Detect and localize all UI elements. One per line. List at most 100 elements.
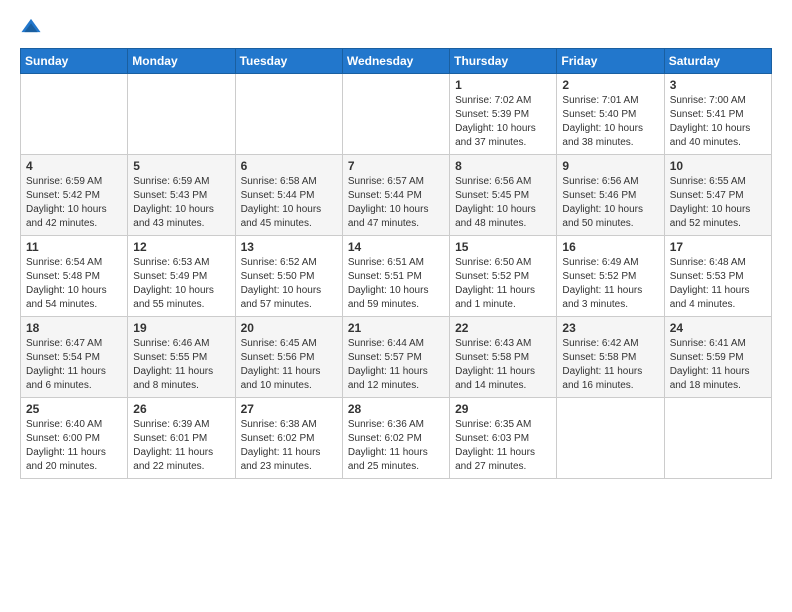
day-number: 14 xyxy=(348,240,444,254)
day-number: 1 xyxy=(455,78,551,92)
calendar-cell: 15 Sunrise: 6:50 AM Sunset: 5:52 PM Dayli… xyxy=(450,236,557,317)
day-number: 2 xyxy=(562,78,658,92)
day-number: 12 xyxy=(133,240,229,254)
day-info: Sunrise: 7:02 AM Sunset: 5:39 PM Dayligh… xyxy=(455,94,551,150)
calendar-cell: 16 Sunrise: 6:49 AM Sunset: 5:52 PM Dayli… xyxy=(557,236,664,317)
calendar-cell: 9 Sunrise: 6:56 AM Sunset: 5:46 PM Daylig… xyxy=(557,155,664,236)
calendar-cell xyxy=(664,398,771,479)
day-number: 17 xyxy=(670,240,766,254)
calendar-week-row: 4 Sunrise: 6:59 AM Sunset: 5:42 PM Daylig… xyxy=(21,155,772,236)
calendar-cell: 21 Sunrise: 6:44 AM Sunset: 5:57 PM Dayli… xyxy=(342,317,449,398)
day-info: Sunrise: 6:53 AM Sunset: 5:49 PM Dayligh… xyxy=(133,256,229,312)
calendar-cell: 5 Sunrise: 6:59 AM Sunset: 5:43 PM Daylig… xyxy=(128,155,235,236)
day-info: Sunrise: 6:35 AM Sunset: 6:03 PM Dayligh… xyxy=(455,418,551,474)
calendar-cell: 28 Sunrise: 6:36 AM Sunset: 6:02 PM Dayli… xyxy=(342,398,449,479)
day-info: Sunrise: 6:46 AM Sunset: 5:55 PM Dayligh… xyxy=(133,337,229,393)
calendar-cell xyxy=(235,74,342,155)
day-info: Sunrise: 6:44 AM Sunset: 5:57 PM Dayligh… xyxy=(348,337,444,393)
day-info: Sunrise: 6:45 AM Sunset: 5:56 PM Dayligh… xyxy=(241,337,337,393)
day-info: Sunrise: 6:36 AM Sunset: 6:02 PM Dayligh… xyxy=(348,418,444,474)
calendar-cell: 11Sunrise: 6:54 AM Sunset: 5:48 PM Dayli… xyxy=(21,236,128,317)
calendar-cell: 25 Sunrise: 6:40 AM Sunset: 6:00 PM Dayli… xyxy=(21,398,128,479)
day-number: 21 xyxy=(348,321,444,335)
calendar-cell: 8 Sunrise: 6:56 AM Sunset: 5:45 PM Daylig… xyxy=(450,155,557,236)
calendar-week-row: 11Sunrise: 6:54 AM Sunset: 5:48 PM Dayli… xyxy=(21,236,772,317)
day-info: Sunrise: 6:39 AM Sunset: 6:01 PM Dayligh… xyxy=(133,418,229,474)
calendar-cell: 20 Sunrise: 6:45 AM Sunset: 5:56 PM Dayli… xyxy=(235,317,342,398)
day-info: Sunrise: 6:59 AM Sunset: 5:43 PM Dayligh… xyxy=(133,175,229,231)
day-number: 10 xyxy=(670,159,766,173)
day-info: Sunrise: 6:50 AM Sunset: 5:52 PM Dayligh… xyxy=(455,256,551,312)
calendar-cell: 7 Sunrise: 6:57 AM Sunset: 5:44 PM Daylig… xyxy=(342,155,449,236)
day-number: 28 xyxy=(348,402,444,416)
calendar-cell xyxy=(342,74,449,155)
calendar-week-row: 25 Sunrise: 6:40 AM Sunset: 6:00 PM Dayli… xyxy=(21,398,772,479)
weekday-header-cell: Tuesday xyxy=(235,49,342,74)
day-info: Sunrise: 6:54 AM Sunset: 5:48 PM Dayligh… xyxy=(26,256,122,312)
calendar-cell: 18Sunrise: 6:47 AM Sunset: 5:54 PM Dayli… xyxy=(21,317,128,398)
day-info: Sunrise: 6:49 AM Sunset: 5:52 PM Dayligh… xyxy=(562,256,658,312)
calendar-cell xyxy=(557,398,664,479)
weekday-header-cell: Wednesday xyxy=(342,49,449,74)
weekday-header-cell: Thursday xyxy=(450,49,557,74)
day-info: Sunrise: 6:48 AM Sunset: 5:53 PM Dayligh… xyxy=(670,256,766,312)
day-number: 4 xyxy=(26,159,122,173)
day-info: Sunrise: 7:00 AM Sunset: 5:41 PM Dayligh… xyxy=(670,94,766,150)
day-info: Sunrise: 6:59 AM Sunset: 5:42 PM Dayligh… xyxy=(26,175,122,231)
logo-icon xyxy=(20,16,42,38)
logo xyxy=(20,16,46,38)
day-number: 25 xyxy=(26,402,122,416)
day-number: 8 xyxy=(455,159,551,173)
day-info: Sunrise: 6:58 AM Sunset: 5:44 PM Dayligh… xyxy=(241,175,337,231)
weekday-header-cell: Saturday xyxy=(664,49,771,74)
day-info: Sunrise: 6:56 AM Sunset: 5:45 PM Dayligh… xyxy=(455,175,551,231)
weekday-header-row: SundayMondayTuesdayWednesdayThursdayFrid… xyxy=(21,49,772,74)
day-number: 6 xyxy=(241,159,337,173)
calendar-cell: 2 Sunrise: 7:01 AM Sunset: 5:40 PM Daylig… xyxy=(557,74,664,155)
day-number: 19 xyxy=(133,321,229,335)
day-number: 20 xyxy=(241,321,337,335)
day-number: 9 xyxy=(562,159,658,173)
day-info: Sunrise: 6:43 AM Sunset: 5:58 PM Dayligh… xyxy=(455,337,551,393)
day-info: Sunrise: 6:51 AM Sunset: 5:51 PM Dayligh… xyxy=(348,256,444,312)
weekday-header-cell: Monday xyxy=(128,49,235,74)
calendar-cell: 1 Sunrise: 7:02 AM Sunset: 5:39 PM Daylig… xyxy=(450,74,557,155)
day-number: 16 xyxy=(562,240,658,254)
calendar-cell: 22 Sunrise: 6:43 AM Sunset: 5:58 PM Dayli… xyxy=(450,317,557,398)
day-info: Sunrise: 6:38 AM Sunset: 6:02 PM Dayligh… xyxy=(241,418,337,474)
weekday-header-cell: Sunday xyxy=(21,49,128,74)
day-info: Sunrise: 6:57 AM Sunset: 5:44 PM Dayligh… xyxy=(348,175,444,231)
day-number: 13 xyxy=(241,240,337,254)
calendar-cell: 4 Sunrise: 6:59 AM Sunset: 5:42 PM Daylig… xyxy=(21,155,128,236)
day-info: Sunrise: 6:55 AM Sunset: 5:47 PM Dayligh… xyxy=(670,175,766,231)
calendar-cell: 3Sunrise: 7:00 AM Sunset: 5:41 PM Daylig… xyxy=(664,74,771,155)
day-number: 23 xyxy=(562,321,658,335)
calendar-cell: 17 Sunrise: 6:48 AM Sunset: 5:53 PM Dayli… xyxy=(664,236,771,317)
calendar-cell: 6 Sunrise: 6:58 AM Sunset: 5:44 PM Daylig… xyxy=(235,155,342,236)
calendar-cell: 26Sunrise: 6:39 AM Sunset: 6:01 PM Dayli… xyxy=(128,398,235,479)
calendar-cell: 19 Sunrise: 6:46 AM Sunset: 5:55 PM Dayli… xyxy=(128,317,235,398)
day-info: Sunrise: 7:01 AM Sunset: 5:40 PM Dayligh… xyxy=(562,94,658,150)
calendar-cell xyxy=(21,74,128,155)
day-number: 18 xyxy=(26,321,122,335)
calendar-cell: 24Sunrise: 6:41 AM Sunset: 5:59 PM Dayli… xyxy=(664,317,771,398)
weekday-header-cell: Friday xyxy=(557,49,664,74)
day-number: 29 xyxy=(455,402,551,416)
calendar-cell: 10 Sunrise: 6:55 AM Sunset: 5:47 PM Dayli… xyxy=(664,155,771,236)
calendar-cell: 13Sunrise: 6:52 AM Sunset: 5:50 PM Dayli… xyxy=(235,236,342,317)
day-number: 5 xyxy=(133,159,229,173)
calendar-cell: 14 Sunrise: 6:51 AM Sunset: 5:51 PM Dayli… xyxy=(342,236,449,317)
day-number: 15 xyxy=(455,240,551,254)
calendar-week-row: 1 Sunrise: 7:02 AM Sunset: 5:39 PM Daylig… xyxy=(21,74,772,155)
calendar-cell: 23 Sunrise: 6:42 AM Sunset: 5:58 PM Dayli… xyxy=(557,317,664,398)
calendar-cell: 12 Sunrise: 6:53 AM Sunset: 5:49 PM Dayli… xyxy=(128,236,235,317)
day-number: 22 xyxy=(455,321,551,335)
day-info: Sunrise: 6:40 AM Sunset: 6:00 PM Dayligh… xyxy=(26,418,122,474)
calendar-table: SundayMondayTuesdayWednesdayThursdayFrid… xyxy=(20,48,772,479)
day-info: Sunrise: 6:56 AM Sunset: 5:46 PM Dayligh… xyxy=(562,175,658,231)
calendar-week-row: 18Sunrise: 6:47 AM Sunset: 5:54 PM Dayli… xyxy=(21,317,772,398)
calendar-cell xyxy=(128,74,235,155)
day-info: Sunrise: 6:41 AM Sunset: 5:59 PM Dayligh… xyxy=(670,337,766,393)
day-number: 7 xyxy=(348,159,444,173)
day-info: Sunrise: 6:42 AM Sunset: 5:58 PM Dayligh… xyxy=(562,337,658,393)
